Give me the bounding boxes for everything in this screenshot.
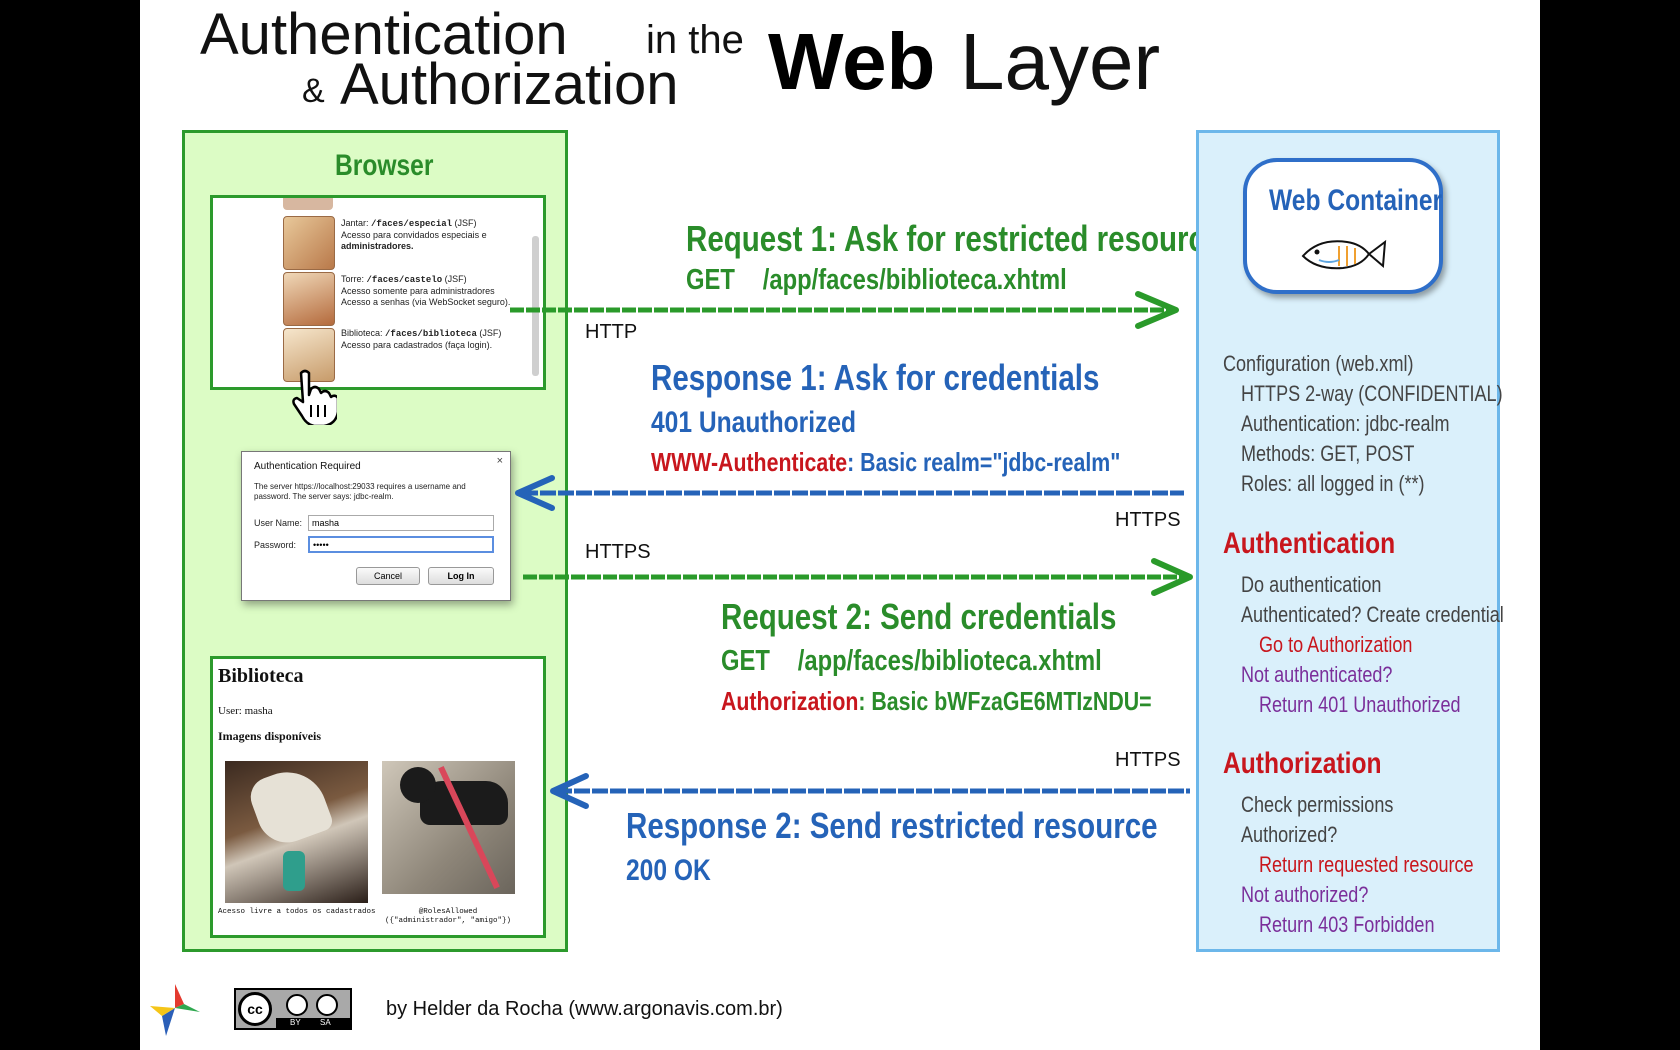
response-1-header: WWW-Authenticate: Basic realm="jdbc-real… [651,447,1121,477]
cc-license-badge: cc BY SA [234,988,352,1030]
authz-return-403: Return 403 Forbidden [1259,912,1435,937]
config-item-roles: Roles: all logged in (**) [1241,471,1425,496]
authz-check-permissions: Check permissions [1241,792,1394,817]
authn-step-do: Do authentication [1241,572,1382,597]
response-2-title: Response 2: Send restricted resource [626,805,1158,846]
response-1-arrow [515,475,1184,511]
authn-not-authenticated: Not authenticated? [1241,662,1393,687]
authn-go-authorization: Go to Authorization [1259,632,1413,657]
web-container-box: Web Container [1243,158,1443,294]
request-2-title: Request 2: Send credentials [721,596,1117,637]
request-2-line: GET/app/faces/biblioteca.xhtml [721,645,1102,677]
license-sa: SA [320,1018,331,1027]
glassfish-icon [1301,239,1387,270]
license-by: BY [290,1018,301,1027]
authn-step-create: Authenticated? Create credential [1241,602,1504,627]
cc-icon: cc [238,992,272,1026]
request-1-title: Request 1: Ask for restricted resource [686,218,1222,259]
config-item-methods: Methods: GET, POST [1241,441,1415,466]
request-2-header: Authorization: Basic bWFzaGE6MTIzNDU= [721,686,1152,716]
authentication-title: Authentication [1223,527,1396,560]
https-label-3: HTTPS [1115,749,1181,771]
response-1-status: 401 Unauthorized [651,406,857,439]
web-container-title: Web Container [1269,184,1443,217]
authn-return-401: Return 401 Unauthorized [1259,692,1461,717]
http-label: HTTP [585,321,638,343]
slide: Authentication & Authorization in the We… [140,0,1540,1050]
web-container-panel: Web Container Configuration (web.xml) HT… [1196,130,1504,952]
request-2-arrow [523,558,1193,596]
authz-return-resource: Return requested resource [1259,852,1474,877]
argonavis-logo-icon [150,984,200,1036]
share-alike-icon [316,994,338,1016]
response-1-title: Response 1: Ask for credentials [651,357,1100,398]
authz-not-authorized: Not authorized? [1241,882,1369,907]
request-1-line: GET/app/faces/biblioteca.xhtml [686,264,1067,296]
config-item-authentication: Authentication: jdbc-realm [1241,411,1450,436]
authorization-title: Authorization [1223,747,1382,780]
config-title: Configuration (web.xml) [1223,351,1414,376]
config-item-https: HTTPS 2-way (CONFIDENTIAL) [1241,381,1503,406]
authz-authorized: Authorized? [1241,822,1338,847]
https-label-1: HTTPS [1115,509,1181,531]
footer-credit: by Helder da Rocha (www.argonavis.com.br… [386,998,783,1020]
response-2-status: 200 OK [626,854,711,887]
https-label-2: HTTPS [585,541,651,563]
response-2-arrow [550,773,1190,809]
attribution-icon [286,994,308,1016]
